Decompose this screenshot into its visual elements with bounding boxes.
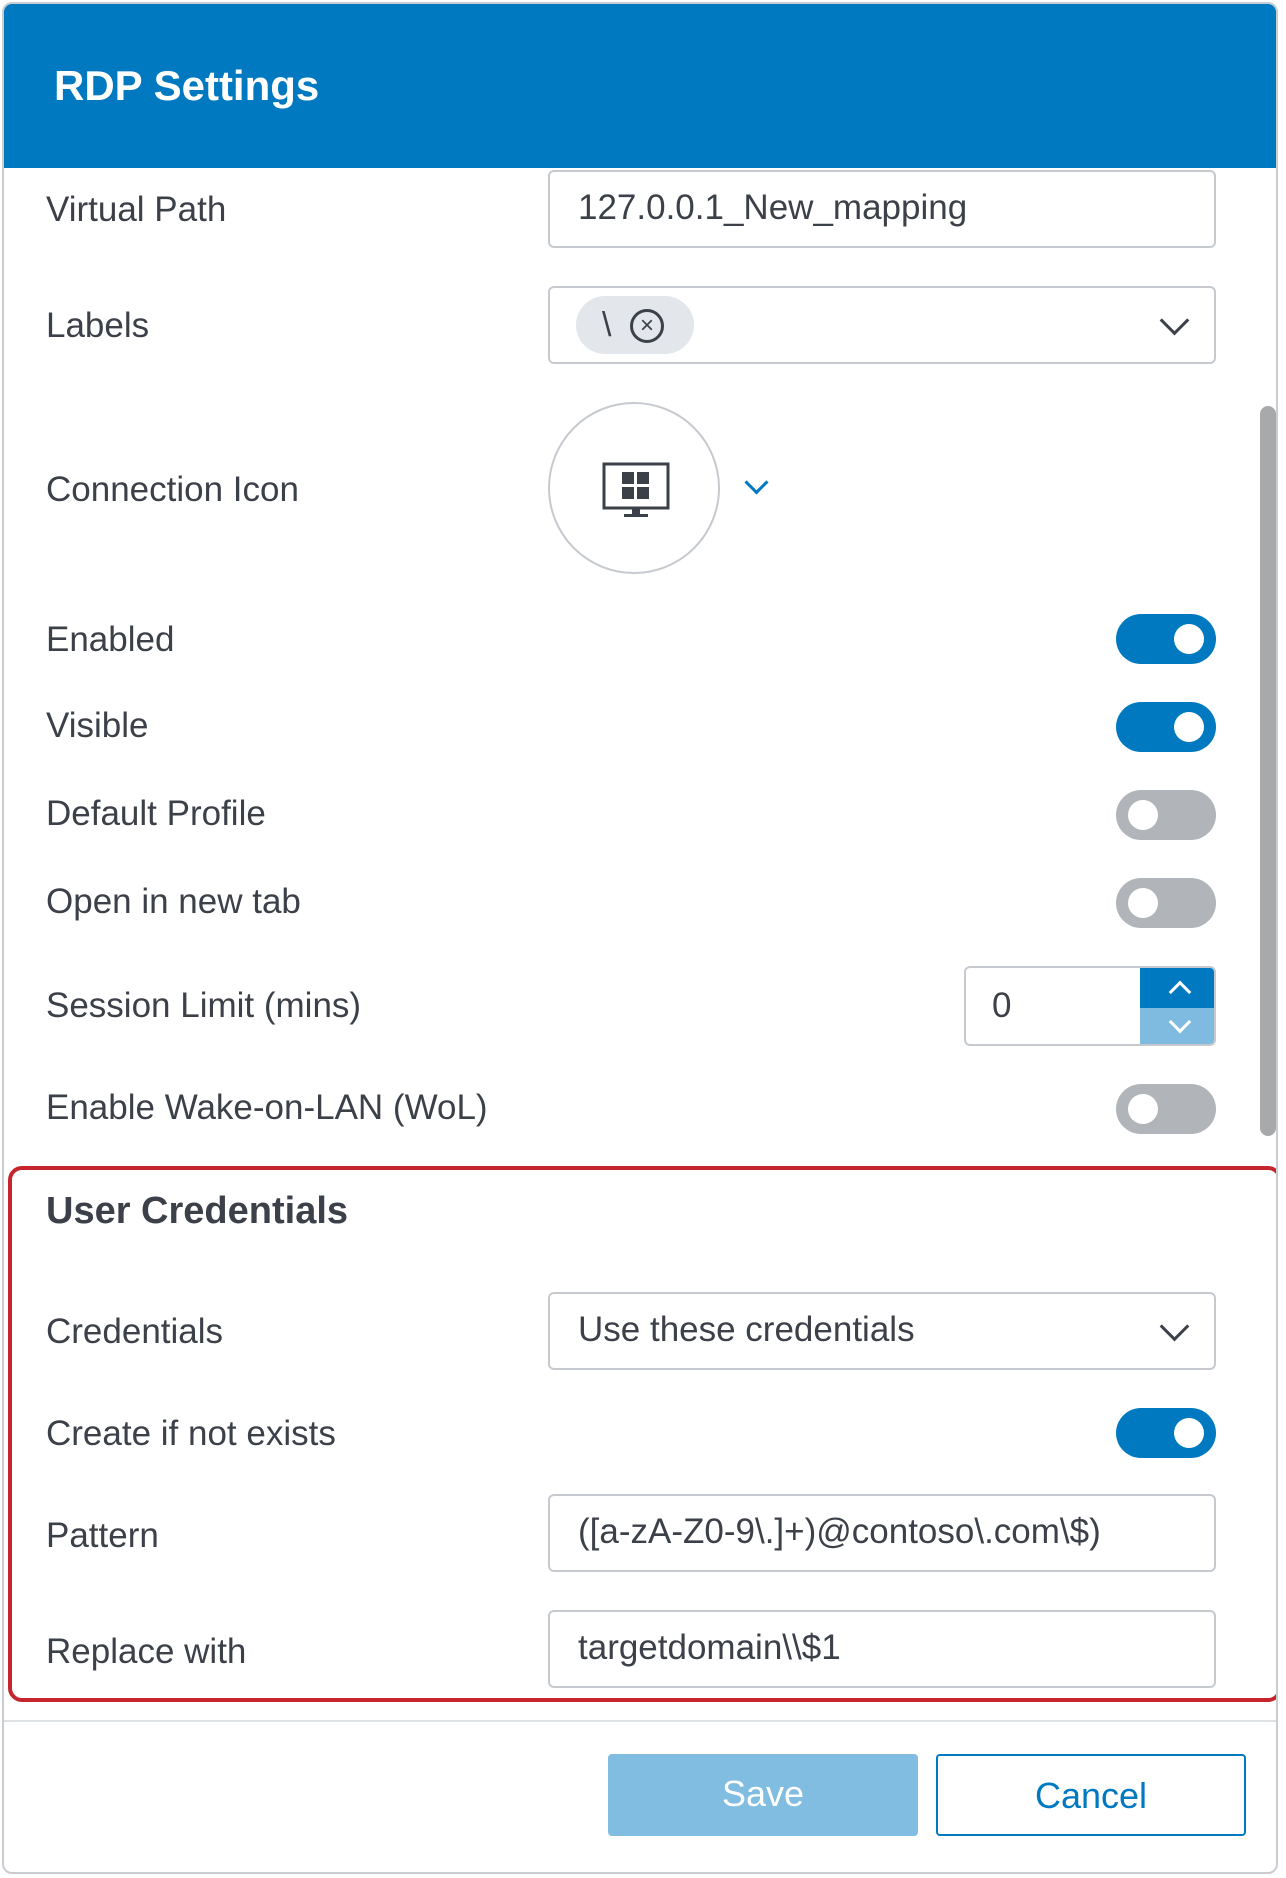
create-if-not-exists-toggle[interactable] bbox=[1116, 1408, 1216, 1458]
wol-toggle[interactable] bbox=[1116, 1084, 1216, 1134]
enabled-toggle[interactable] bbox=[1116, 614, 1216, 664]
session-limit-label: Session Limit (mins) bbox=[46, 986, 362, 1025]
pattern-input[interactable]: ([a-zA-Z0-9\.]+)@contoso\.com\$) bbox=[548, 1494, 1216, 1572]
icon-picker-chevron-icon[interactable] bbox=[744, 470, 769, 495]
create-if-not-exists-label: Create if not exists bbox=[46, 1414, 336, 1453]
label-chip-text: \ bbox=[602, 306, 612, 344]
chevron-down-icon[interactable] bbox=[1159, 305, 1190, 336]
credentials-value: Use these credentials bbox=[578, 1310, 915, 1349]
visible-toggle[interactable] bbox=[1116, 702, 1216, 752]
footer-divider bbox=[4, 1720, 1276, 1722]
open-new-tab-toggle[interactable] bbox=[1116, 878, 1216, 928]
toggle-knob bbox=[1128, 888, 1158, 918]
session-limit-stepper[interactable]: 0 bbox=[964, 966, 1216, 1046]
toggle-knob bbox=[1174, 1418, 1204, 1448]
increment-button[interactable] bbox=[1140, 968, 1214, 1008]
pattern-label: Pattern bbox=[46, 1516, 159, 1555]
replace-with-value: targetdomain\\$1 bbox=[578, 1628, 841, 1667]
toggle-knob bbox=[1174, 712, 1204, 742]
windows-monitor-icon bbox=[602, 462, 670, 517]
chevron-up-icon bbox=[1168, 980, 1192, 1004]
virtual-path-label: Virtual Path bbox=[46, 190, 227, 229]
toggle-knob bbox=[1174, 624, 1204, 654]
replace-with-input[interactable]: targetdomain\\$1 bbox=[548, 1610, 1216, 1688]
session-limit-value: 0 bbox=[992, 986, 1012, 1025]
chevron-down-icon bbox=[1168, 1010, 1192, 1034]
labels-label: Labels bbox=[46, 306, 150, 345]
open-new-tab-label: Open in new tab bbox=[46, 882, 301, 921]
default-profile-label: Default Profile bbox=[46, 794, 266, 833]
virtual-path-input[interactable]: 127.0.0.1_New_mapping bbox=[548, 170, 1216, 248]
dialog-title: RDP Settings bbox=[54, 62, 320, 109]
pattern-value: ([a-zA-Z0-9\.]+)@contoso\.com\$) bbox=[578, 1512, 1101, 1551]
visible-label: Visible bbox=[46, 706, 149, 745]
credentials-label: Credentials bbox=[46, 1312, 224, 1351]
label-chip: \ × bbox=[576, 296, 694, 354]
scrollbar[interactable] bbox=[1260, 406, 1276, 1136]
default-profile-toggle[interactable] bbox=[1116, 790, 1216, 840]
toggle-knob bbox=[1128, 800, 1158, 830]
decrement-button[interactable] bbox=[1140, 1008, 1214, 1044]
virtual-path-value: 127.0.0.1_New_mapping bbox=[578, 188, 968, 227]
cancel-button[interactable]: Cancel bbox=[936, 1754, 1246, 1836]
labels-select[interactable]: \ × bbox=[548, 286, 1216, 364]
connection-icon-picker[interactable] bbox=[548, 402, 720, 574]
toggle-knob bbox=[1128, 1094, 1158, 1124]
credentials-select[interactable]: Use these credentials bbox=[548, 1292, 1216, 1370]
chevron-down-icon bbox=[1159, 1311, 1190, 1342]
rdp-settings-dialog: RDP Settings Virtual Path 127.0.0.1_New_… bbox=[2, 2, 1278, 1874]
wol-label: Enable Wake-on-LAN (WoL) bbox=[46, 1088, 488, 1127]
circle-x-icon[interactable]: × bbox=[630, 309, 664, 343]
enabled-label: Enabled bbox=[46, 620, 175, 659]
dialog-header: RDP Settings bbox=[4, 4, 1276, 168]
user-credentials-title: User Credentials bbox=[46, 1190, 349, 1232]
save-button[interactable]: Save bbox=[608, 1754, 918, 1836]
connection-icon-label: Connection Icon bbox=[46, 470, 299, 509]
replace-with-label: Replace with bbox=[46, 1632, 247, 1671]
